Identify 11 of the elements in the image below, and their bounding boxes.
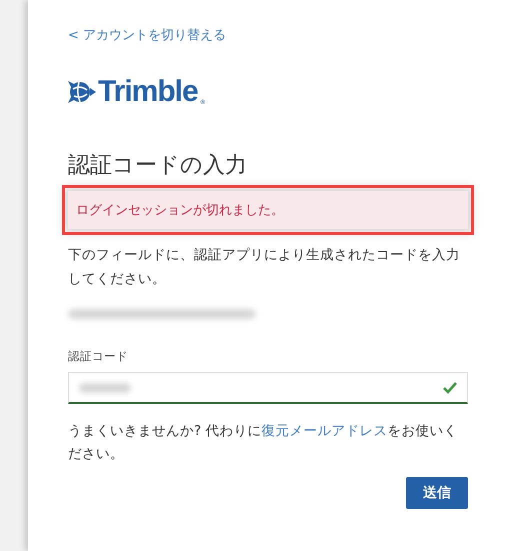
help-text: うまくいきませんか? 代わりに復元メールアドレス をお使いください。 <box>68 422 458 464</box>
checkmark-icon <box>443 382 457 394</box>
code-label: 認証コード <box>68 349 129 364</box>
page-heading: 認証コードの入力 <box>68 152 248 180</box>
error-alert: ログインセッションが切れました。 <box>68 191 468 229</box>
switch-account-link[interactable]: < アカウントを切り替える <box>68 26 226 44</box>
code-input-field[interactable] <box>68 372 468 404</box>
instructions-text: 下のフィールドに、認証アプリにより生成されたコードを入力してください。 <box>68 246 461 289</box>
logo-text: Trimble <box>98 77 198 107</box>
recovery-email-link[interactable]: 復元メールアドレス <box>261 423 388 439</box>
submit-button[interactable]: 送信 <box>406 477 468 509</box>
